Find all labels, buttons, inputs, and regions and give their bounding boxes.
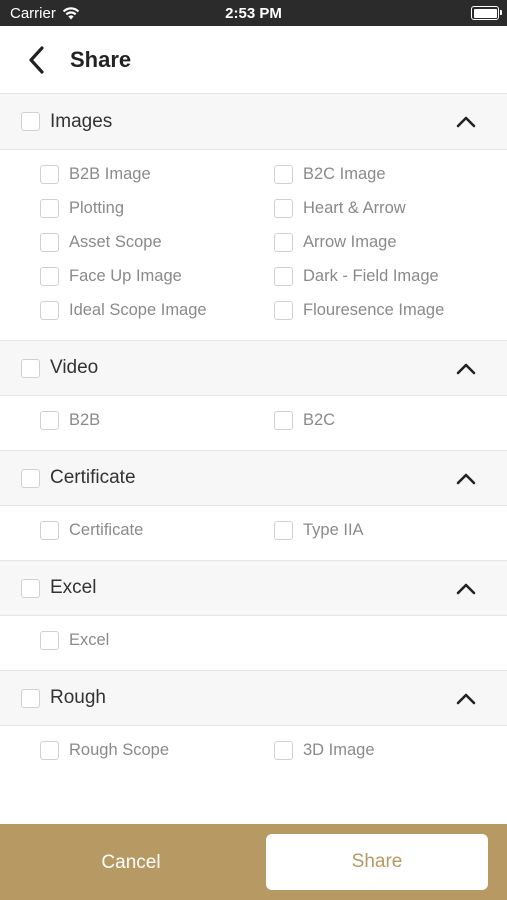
battery-icon <box>471 6 502 20</box>
option-label: 3D Image <box>303 740 375 759</box>
back-button[interactable] <box>18 42 54 78</box>
option-label: Certificate <box>69 520 144 539</box>
section-options: Certificate Type IIA <box>0 506 507 560</box>
chevron-up-icon[interactable] <box>455 358 477 380</box>
section-title: Rough <box>50 687 106 708</box>
option-item[interactable]: B2B Image <box>40 164 274 184</box>
section-options: B2B B2C <box>0 396 507 450</box>
option-item[interactable]: B2C Image <box>274 164 507 184</box>
chevron-up-icon[interactable] <box>455 468 477 490</box>
section-title: Video <box>50 357 99 378</box>
option-item[interactable]: Ideal Scope Image <box>40 300 274 320</box>
option-checkbox[interactable] <box>274 740 293 760</box>
option-label: Rough Scope <box>69 740 169 759</box>
cancel-button[interactable]: Cancel <box>40 848 222 878</box>
navigation-bar: Share <box>0 26 507 94</box>
section-checkbox[interactable] <box>21 112 40 131</box>
section-title: Images <box>50 110 113 132</box>
option-item[interactable]: Excel <box>40 630 274 650</box>
section-title: Certificate <box>50 467 136 488</box>
section-options: Excel <box>0 616 507 670</box>
option-checkbox[interactable] <box>274 300 293 320</box>
section-header-rough[interactable]: Rough <box>0 670 507 726</box>
option-label: Ideal Scope Image <box>69 300 207 319</box>
option-label: Asset Scope <box>69 232 162 251</box>
share-options-list[interactable]: Images B2B Image B2C Image Plotting Heart & … <box>0 94 507 824</box>
option-item[interactable]: B2C <box>274 410 507 430</box>
option-checkbox[interactable] <box>274 232 293 252</box>
option-checkbox[interactable] <box>40 164 59 184</box>
option-checkbox[interactable] <box>40 520 59 540</box>
section-options: B2B Image B2C Image Plotting Heart & Arrow A… <box>0 150 507 340</box>
share-button[interactable]: Share <box>266 834 488 890</box>
option-label: B2C Image <box>303 164 386 183</box>
option-item[interactable]: Arrow Image <box>274 232 507 252</box>
section-header-video[interactable]: Video <box>0 340 507 396</box>
option-label: Plotting <box>69 198 125 217</box>
option-item[interactable]: Flouresence Image <box>274 300 507 320</box>
option-checkbox[interactable] <box>274 198 293 218</box>
option-checkbox[interactable] <box>274 520 293 540</box>
option-item[interactable]: Heart & Arrow <box>274 198 507 218</box>
option-checkbox[interactable] <box>274 410 293 430</box>
option-item[interactable]: Face Up Image <box>40 266 274 286</box>
option-checkbox[interactable] <box>40 740 59 760</box>
chevron-up-icon[interactable] <box>455 688 477 710</box>
option-item[interactable]: Dark - Field Image <box>274 266 507 286</box>
option-label: Heart & Arrow <box>303 198 406 217</box>
option-checkbox[interactable] <box>40 630 59 650</box>
option-checkbox[interactable] <box>40 410 59 430</box>
section-checkbox[interactable] <box>21 358 40 378</box>
page-title: Share <box>70 47 132 72</box>
option-checkbox[interactable] <box>40 300 59 320</box>
section-header-excel[interactable]: Excel <box>0 560 507 616</box>
option-label: B2B Image <box>69 164 151 183</box>
footer-bar: Cancel Share <box>0 824 507 900</box>
option-checkbox[interactable] <box>40 232 59 252</box>
chevron-up-icon[interactable] <box>455 578 477 600</box>
option-item[interactable]: Type IIA <box>274 520 507 540</box>
option-label: Excel <box>69 630 110 649</box>
section-header-images[interactable]: Images <box>0 94 507 150</box>
chevron-up-icon[interactable] <box>455 111 477 133</box>
option-checkbox[interactable] <box>274 164 293 184</box>
option-label: Type IIA <box>303 520 364 539</box>
option-label: Face Up Image <box>69 266 182 285</box>
option-checkbox[interactable] <box>40 266 59 286</box>
option-item[interactable]: B2B <box>40 410 274 430</box>
section-header-certificate[interactable]: Certificate <box>0 450 507 506</box>
section-title: Excel <box>50 577 97 598</box>
option-item[interactable]: Plotting <box>40 198 274 218</box>
section-checkbox[interactable] <box>21 578 40 598</box>
status-bar: Carrier 2:53 PM <box>0 0 507 26</box>
option-item[interactable]: Certificate <box>40 520 274 540</box>
option-item[interactable]: 3D Image <box>274 740 507 760</box>
option-item[interactable]: Rough Scope <box>40 740 274 760</box>
option-label: B2B <box>69 410 101 429</box>
option-label: Flouresence Image <box>303 300 445 319</box>
option-label: Dark - Field Image <box>303 266 439 285</box>
option-label: B2C <box>303 410 336 429</box>
option-checkbox[interactable] <box>274 266 293 286</box>
status-time: 2:53 PM <box>225 5 282 22</box>
option-checkbox[interactable] <box>40 198 59 218</box>
option-item[interactable]: Asset Scope <box>40 232 274 252</box>
chevron-left-icon <box>29 46 44 74</box>
section-checkbox[interactable] <box>21 688 40 708</box>
option-label: Arrow Image <box>303 232 397 251</box>
section-options: Rough Scope 3D Image <box>0 726 507 780</box>
section-checkbox[interactable] <box>21 468 40 488</box>
